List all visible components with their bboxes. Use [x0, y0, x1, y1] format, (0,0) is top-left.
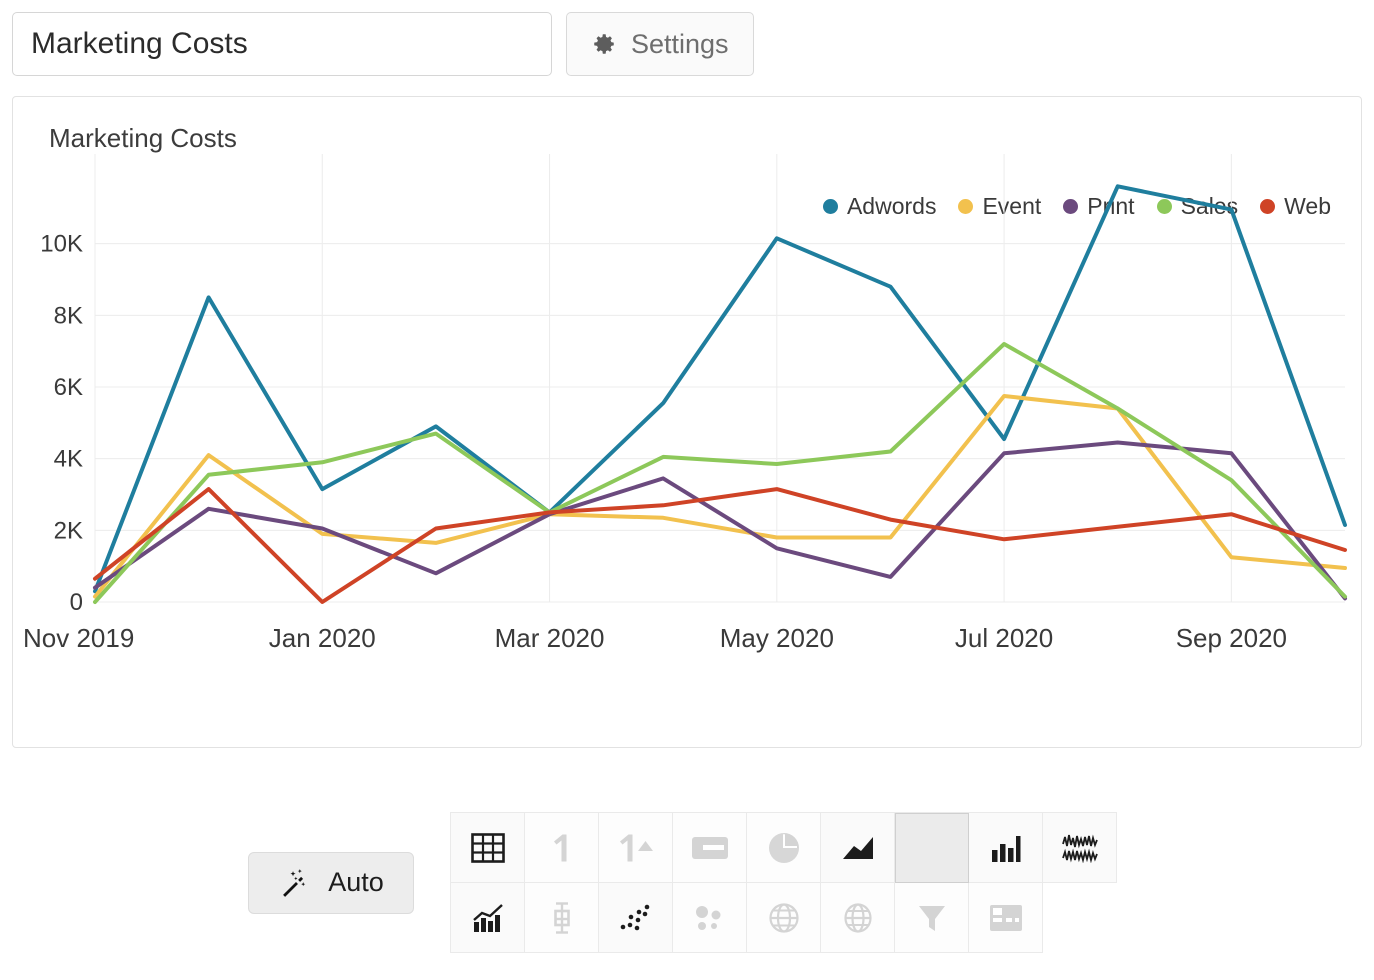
x-axis-tick-label: Mar 2020 [495, 623, 605, 653]
settings-button-label: Settings [631, 29, 729, 60]
scatter-plot-icon [620, 904, 652, 932]
toolbar-empty-cell [1043, 883, 1117, 953]
single-value-trend-icon [618, 832, 654, 864]
chart-type-box-plot-icon[interactable] [525, 883, 599, 953]
chart-type-line-chart-icon[interactable] [895, 813, 969, 883]
y-axis-tick-label: 6K [54, 374, 83, 401]
chart-type-area-chart-icon[interactable] [821, 813, 895, 883]
chart-type-sparkline-icon[interactable] [1043, 813, 1117, 883]
x-axis-tick-label: Jan 2020 [269, 623, 376, 653]
y-axis-tick-label: 2K [54, 517, 83, 544]
chart-type-globe-icon[interactable] [747, 883, 821, 953]
chart-type-bubble-chart-icon[interactable] [673, 883, 747, 953]
settings-button[interactable]: Settings [566, 12, 754, 76]
visualization-controls: Auto [0, 812, 1374, 953]
x-axis-tick-label: Jul 2020 [955, 623, 1053, 653]
sparkline-icon [1062, 833, 1098, 863]
bar-chart-icon [991, 833, 1021, 863]
pie-chart-icon [768, 832, 800, 864]
x-axis-tick-label: Nov 2019 [23, 623, 134, 653]
chart-type-card-icon[interactable] [673, 813, 747, 883]
line-chart-svg[interactable]: 0 2K 4K 6K 8K 10K Nov 2019 Jan 2020 Mar 2020 May … [13, 154, 1361, 714]
y-axis-tick-label: 0 [70, 589, 83, 616]
magic-wand-icon [278, 866, 312, 900]
funnel-icon [917, 903, 947, 933]
chart-type-layout-icon[interactable] [969, 883, 1043, 953]
chart-type-single-value-trend-icon[interactable] [599, 813, 673, 883]
chart-type-funnel-icon[interactable] [895, 883, 969, 953]
globe-icon [769, 903, 799, 933]
x-axis-tick-label: Sep 2020 [1176, 623, 1287, 653]
chart-type-table-icon[interactable] [451, 813, 525, 883]
x-axis-tick-label: May 2020 [720, 623, 834, 653]
layout-icon [990, 905, 1022, 931]
bubble-chart-icon [694, 904, 726, 932]
single-value-icon [549, 832, 575, 864]
chart-type-single-value-icon[interactable] [525, 813, 599, 883]
chart-type-bar-chart-icon[interactable] [969, 813, 1043, 883]
chart-title: Marketing Costs [13, 97, 1361, 154]
top-bar: Settings [0, 0, 1374, 90]
chart-type-pie-chart-icon[interactable] [747, 813, 821, 883]
chart-type-map-icon[interactable] [821, 883, 895, 953]
gear-icon [591, 31, 617, 57]
combo-chart-icon [472, 903, 504, 933]
chart-type-combo-chart-icon[interactable] [451, 883, 525, 953]
area-chart-icon [841, 835, 875, 861]
y-axis-tick-label: 8K [54, 302, 83, 329]
y-axis-tick-label: 4K [54, 446, 83, 473]
chart-panel: Marketing Costs AdwordsEventPrintSalesWe… [12, 96, 1362, 748]
chart-type-scatter-plot-icon[interactable] [599, 883, 673, 953]
chart-area[interactable]: 0 2K 4K 6K 8K 10K Nov 2019 Jan 2020 Mar 2020 May … [13, 154, 1361, 714]
line-chart-icon [915, 833, 949, 863]
map-icon [844, 903, 872, 933]
box-plot-icon [553, 902, 571, 934]
chart-type-toolbar [450, 812, 1117, 953]
auto-button-label: Auto [328, 867, 384, 898]
report-title-input[interactable] [12, 12, 552, 76]
table-icon [471, 833, 505, 863]
y-axis-tick-label: 10K [40, 231, 83, 258]
auto-button[interactable]: Auto [248, 852, 414, 914]
card-icon [692, 837, 728, 859]
